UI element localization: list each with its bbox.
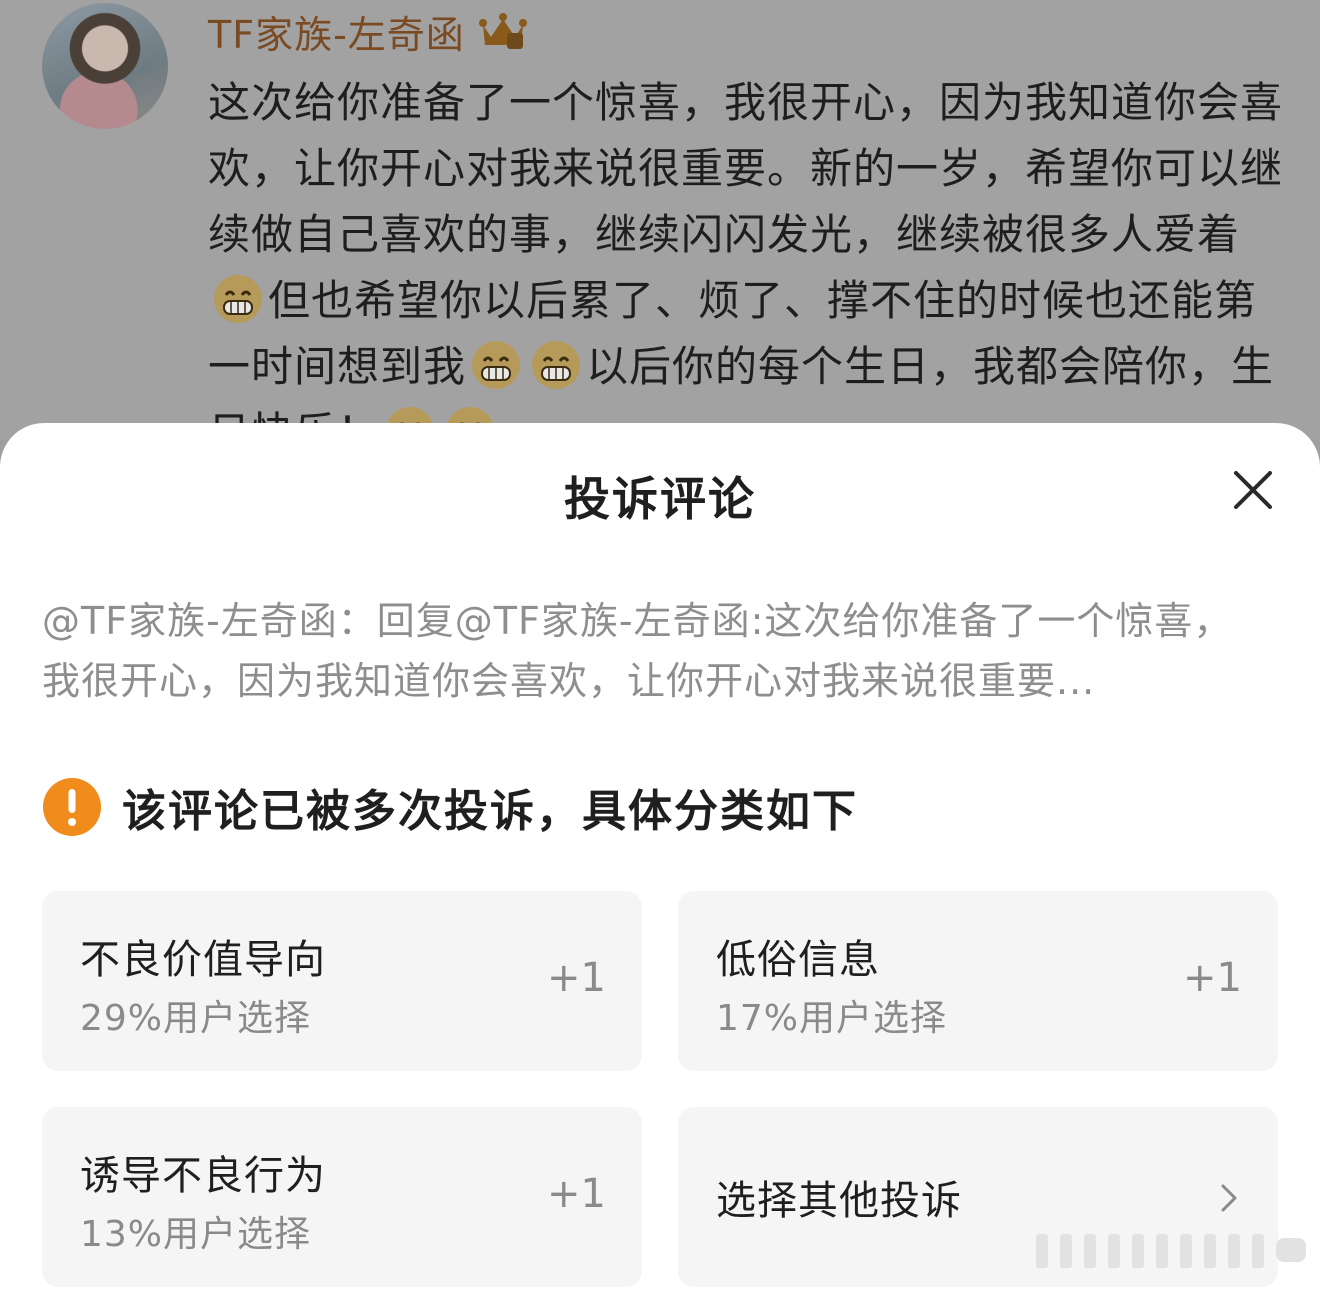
watermark-logo — [1030, 1222, 1310, 1278]
grin-emoji-icon — [470, 339, 522, 391]
option-title: 选择其他投诉 — [716, 1178, 962, 1224]
report-option-bad-values[interactable]: 不良价值导向 29%用户选择 +1 — [42, 891, 642, 1071]
option-stat: 13%用户选择 — [80, 1214, 312, 1255]
option-stat: 17%用户选择 — [716, 998, 948, 1039]
quoted-comment: @TF家族-左奇函：回复@TF家族-左奇函:这次给你准备了一个惊喜，我很开心，因… — [42, 599, 1233, 703]
sheet-title: 投诉评论 — [564, 472, 756, 526]
avatar[interactable] — [42, 3, 168, 129]
post-text-part-1: 这次给你准备了一个惊喜，我很开心，因为我知道你会喜欢，让你开心对我来说很重要。新… — [208, 78, 1284, 259]
option-title: 诱导不良行为 — [80, 1153, 326, 1199]
warning-icon — [42, 777, 102, 837]
grin-emoji-icon — [530, 339, 582, 391]
plus-one-button[interactable]: +1 — [547, 1171, 606, 1217]
report-option-vulgar-info[interactable]: 低俗信息 17%用户选择 +1 — [678, 891, 1278, 1071]
close-button[interactable] — [1228, 465, 1278, 515]
background-post: TF家族-左奇函 这次给你准备了一个惊喜，我很开心，因为我知道你会喜欢，让你开心… — [0, 0, 1320, 440]
chevron-right-icon — [1216, 1181, 1242, 1215]
option-stat: 29%用户选择 — [80, 998, 312, 1039]
plus-one-button[interactable]: +1 — [547, 955, 606, 1001]
option-title: 低俗信息 — [716, 937, 880, 983]
warning-text: 该评论已被多次投诉，具体分类如下 — [122, 786, 858, 837]
report-comment-sheet: 投诉评论 @TF家族-左奇函：回复@TF家族-左奇函:这次给你准备了一个惊喜，我… — [0, 423, 1320, 1289]
post-author[interactable]: TF家族-左奇函 — [208, 4, 529, 59]
author-name[interactable]: TF家族-左奇函 — [208, 4, 465, 59]
warning-banner: 该评论已被多次投诉，具体分类如下 — [42, 775, 858, 839]
close-icon[interactable] — [1228, 465, 1278, 515]
grin-emoji-icon — [212, 273, 264, 325]
post-text: 这次给你准备了一个惊喜，我很开心，因为我知道你会喜欢，让你开心对我来说很重要。新… — [208, 70, 1288, 440]
option-title: 不良价值导向 — [80, 937, 326, 983]
plus-one-button[interactable]: +1 — [1183, 955, 1242, 1001]
crown-badge-icon — [477, 11, 529, 51]
report-option-inducing-bad-behavior[interactable]: 诱导不良行为 13%用户选择 +1 — [42, 1107, 642, 1287]
